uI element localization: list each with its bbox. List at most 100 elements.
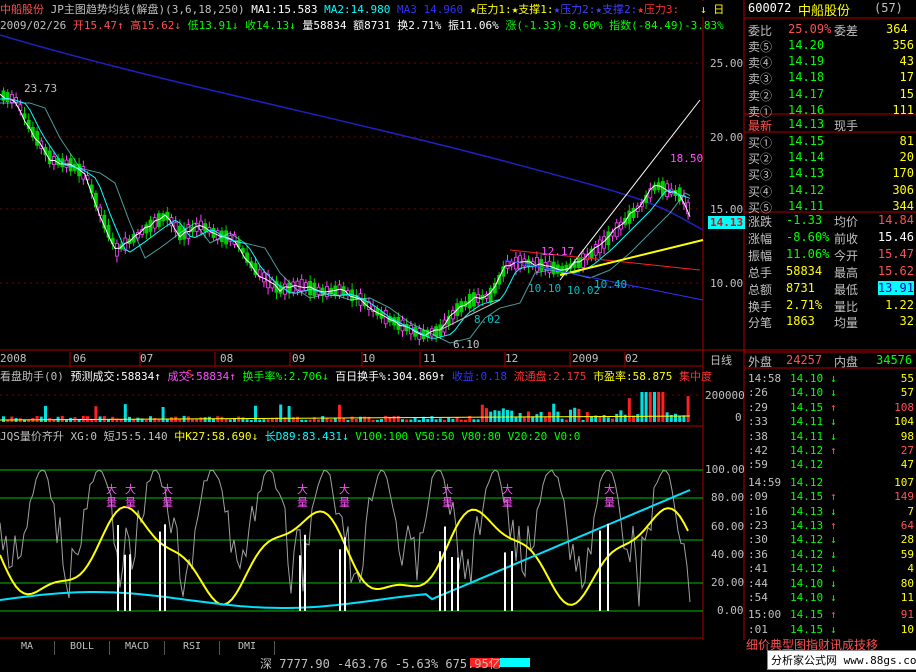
period-label[interactable]: 日线 xyxy=(710,352,732,368)
rp-bid-row[interactable]: 买③ 14.13 170 xyxy=(746,165,916,182)
rp-latest-extra: 现手 xyxy=(834,119,859,133)
rp-stat-value: 32 xyxy=(899,314,914,329)
rp-bid-row[interactable]: 买④ 14.12 306 xyxy=(746,182,916,199)
volume-bar xyxy=(627,398,631,422)
rp-bid-vol: 20 xyxy=(899,150,914,165)
rp-ask-price: 14.19 xyxy=(788,54,825,69)
volume-bar xyxy=(417,419,421,422)
rp-bid-price: 14.13 xyxy=(788,166,825,181)
rp-weicha-value: 364 xyxy=(886,22,908,36)
rp-ask-row[interactable]: 卖③ 14.18 17 xyxy=(746,69,916,86)
tab-macd[interactable]: MACD xyxy=(110,641,165,655)
volume-bar xyxy=(254,405,257,422)
volume-bar xyxy=(245,419,249,422)
volume-bar xyxy=(220,416,224,422)
rp-tick-price: 14.15 xyxy=(790,622,824,636)
tab-boll[interactable]: BOLL xyxy=(55,641,110,655)
rp-bottom-links[interactable]: 细价典型图指财讯成技移 xyxy=(746,636,878,653)
rp-tick-vol: 11 xyxy=(900,591,914,604)
volume-bar xyxy=(199,417,203,422)
volume-bar xyxy=(81,415,85,422)
rp-tick-dir: ↑ xyxy=(830,490,837,504)
rp-bid-row[interactable]: 买② 14.14 20 xyxy=(746,149,916,166)
info-change: 涨(-1.33)-8.60% xyxy=(505,19,603,32)
volume-bar xyxy=(342,417,346,422)
ind-title[interactable]: JQS量价齐升 xyxy=(0,430,64,443)
volume-bar xyxy=(144,419,148,422)
big-volume-mark: 大量 xyxy=(125,483,136,509)
vol-deal: 成交:58834↑ xyxy=(167,370,236,383)
rp-tick-dir: ↓ xyxy=(830,372,837,385)
rp-stat-value: 1863 xyxy=(786,314,815,329)
volume-bar xyxy=(636,414,640,422)
period-switch-icon[interactable]: ↓ 日 xyxy=(700,1,725,17)
volume-bar xyxy=(611,418,614,422)
tab-ma[interactable]: MA xyxy=(0,641,55,655)
rp-stat-label: 总额 xyxy=(748,282,773,297)
index-status-bar: 深 7777.90 -463.76 -5.63% 675.95亿 xyxy=(260,657,501,671)
ind-axis-label: 80.00 xyxy=(711,491,745,504)
vol-axis-label: 200000 xyxy=(705,389,745,402)
ind-mid: 中K27:58.690↓ xyxy=(174,430,259,443)
rp-stat-label: 前收 xyxy=(834,231,859,246)
rp-ask-price: 14.16 xyxy=(788,102,825,117)
rp-tick-time: 14:59 xyxy=(748,475,782,489)
rp-ask-row[interactable]: 卖⑤ 14.20 356 xyxy=(746,37,916,54)
volume-bar xyxy=(476,419,480,422)
rp-tick-dir: ↓ xyxy=(830,576,837,590)
rp-ask-row[interactable]: 卖② 14.17 15 xyxy=(746,86,916,103)
rp-tick-dir: ↓ xyxy=(830,562,837,576)
rp-bid-row[interactable]: 买① 14.15 81 xyxy=(746,133,916,150)
rp-tick-time: :26 xyxy=(748,386,768,400)
tab-rsi[interactable]: RSI xyxy=(165,641,220,655)
volume-bar xyxy=(493,410,497,422)
rp-stock-name: 中船股份 xyxy=(798,4,851,19)
ind-v100: V100:100 xyxy=(355,430,409,443)
info-volume: 量58834 xyxy=(302,19,347,32)
rp-tick-time: :54 xyxy=(748,591,768,604)
big-volume-mark: 大量 xyxy=(604,483,615,509)
rp-tick-vol: 64 xyxy=(900,519,914,532)
rp-tick-time: :44 xyxy=(748,576,768,590)
volume-bar xyxy=(371,419,375,422)
ind-short: 短J5:5.140 xyxy=(103,430,168,443)
support1-label: ★支撑1: xyxy=(511,3,554,16)
volume-bar xyxy=(514,417,518,422)
rp-tick-vol: 47 xyxy=(900,458,914,472)
volume-bar xyxy=(228,419,232,422)
volume-bar xyxy=(161,406,165,422)
volume-bar xyxy=(329,419,333,422)
ind-v50: V50:50 xyxy=(414,430,455,443)
date-axis-label: 2008 xyxy=(0,352,27,365)
volume-bar xyxy=(644,392,648,422)
rp-tick-time: :42 xyxy=(748,444,768,457)
rp-tick-vol: 149 xyxy=(894,490,914,504)
volume-bar xyxy=(447,417,451,422)
rp-stat-value: -8.60% xyxy=(786,229,830,244)
candle-body xyxy=(35,131,39,146)
vol-focus: 集中度 xyxy=(679,370,713,383)
vol-panel-title[interactable]: 看盘助手(0) xyxy=(0,370,64,383)
date-axis-label: 09 xyxy=(292,352,306,365)
rp-ask-vol: 15 xyxy=(899,86,914,101)
formula-name[interactable]: JP主图趋势均线(解盘) xyxy=(51,3,166,16)
rp-tick-row: :54 14.10 ↓ 11 xyxy=(746,589,916,606)
rp-tick-time: 14:58 xyxy=(748,372,782,385)
rp-tick-vol: 108 xyxy=(894,400,914,414)
volume-bar xyxy=(615,413,619,422)
tab-dmi[interactable]: DMI xyxy=(220,641,275,655)
vol-predict: 预测成交:58834↑ xyxy=(70,370,161,383)
rp-tick-row: :59 14.12 47 xyxy=(746,456,916,473)
ind-axis-label: 40.00 xyxy=(711,548,745,561)
rp-tick-dir: ↓ xyxy=(830,415,837,429)
rp-stat-value: 14.84 xyxy=(877,213,914,227)
volume-bar xyxy=(577,408,581,422)
rp-ask-row[interactable]: 卖④ 14.19 43 xyxy=(746,53,916,70)
rp-tick-price: 14.10 xyxy=(790,372,824,385)
rp-tick-time: :16 xyxy=(748,504,768,518)
ind-xg: XG:0 xyxy=(70,430,98,443)
rp-stat-value: 8731 xyxy=(786,280,815,295)
rp-webi-row: 委比 25.09% 委差 364 xyxy=(746,21,916,38)
rp-tick-dir: ↑ xyxy=(830,444,837,457)
ind-axis-label: 100.00 xyxy=(705,463,745,476)
